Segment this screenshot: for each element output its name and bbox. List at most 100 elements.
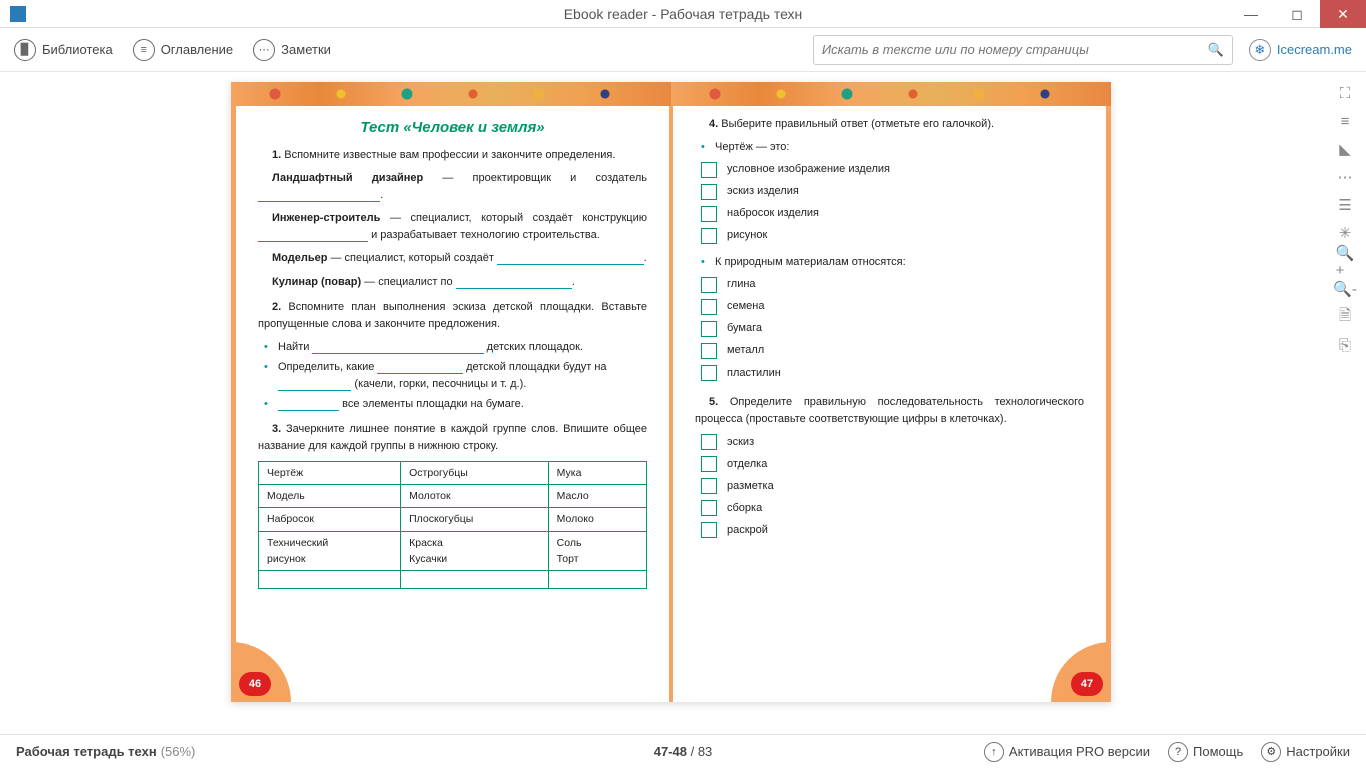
q4a-option-row: набросок изделия <box>695 205 1084 222</box>
list-icon[interactable]: ≡ <box>1336 112 1354 130</box>
columns-icon[interactable]: ☰ <box>1336 196 1354 214</box>
q5-option-checkbox[interactable] <box>701 456 717 472</box>
help-icon: ? <box>1168 742 1188 762</box>
q5-option-checkbox[interactable] <box>701 434 717 450</box>
q4a-option-checkbox[interactable] <box>701 228 717 244</box>
help-button[interactable]: ?Помощь <box>1168 742 1243 762</box>
q2: 2. Вспомните план выполнения эскиза детс… <box>258 299 647 333</box>
q1-def2: Инженер-строитель — специалист, который … <box>258 210 647 244</box>
q1-def3: Модельер — специалист, который создаёт . <box>258 250 647 267</box>
q4b-option-checkbox[interactable] <box>701 321 717 337</box>
search-input[interactable] <box>822 42 1200 57</box>
q1: 1. Вспомните известные вам профессии и з… <box>258 147 647 164</box>
window-title: Ebook reader - Рабочая тетрадь техн <box>564 6 803 22</box>
search-box[interactable]: 🔍 <box>813 35 1233 65</box>
library-button[interactable]: ▉ Библиотека <box>14 39 113 61</box>
page-left: Тест «Человек и земля» 1. Вспомните изве… <box>231 82 671 702</box>
q4a-head: Чертёж — это: <box>695 139 1084 156</box>
maximize-button[interactable]: ◻ <box>1274 0 1320 28</box>
pro-button[interactable]: ↑Активация PRO версии <box>984 742 1150 762</box>
q4b-option-label: семена <box>727 298 765 315</box>
page-decoration <box>671 82 1111 106</box>
app-icon <box>10 6 26 22</box>
q4a-option-label: условное изображение изделия <box>727 161 890 178</box>
q5-option-checkbox[interactable] <box>701 522 717 538</box>
window-controls: — ◻ ✕ <box>1228 0 1366 28</box>
q5-option-row: эскиз <box>695 434 1084 451</box>
q4a-option-label: набросок изделия <box>727 205 819 222</box>
notes-label: Заметки <box>281 42 331 57</box>
q4b-head: К природным материалам относятся: <box>695 254 1084 271</box>
q4a-option-label: рисунок <box>727 227 767 244</box>
save-icon[interactable]: ⎘ <box>1336 336 1354 354</box>
q4b-option-checkbox[interactable] <box>701 343 717 359</box>
statusbar: Рабочая тетрадь техн (56%) 47-48 / 83 ↑А… <box>0 734 1366 768</box>
q4a-option-row: рисунок <box>695 227 1084 244</box>
q4b-option-checkbox[interactable] <box>701 277 717 293</box>
q4a-option-checkbox[interactable] <box>701 162 717 178</box>
file-icon[interactable]: 🗎 <box>1336 308 1354 326</box>
q5-option-row: сборка <box>695 500 1084 517</box>
list-icon: ≡ <box>133 39 155 61</box>
q5-option-row: разметка <box>695 478 1084 495</box>
q4b-option-row: глина <box>695 276 1084 293</box>
test-title: Тест «Человек и земля» <box>258 116 647 139</box>
q5-option-label: раскрой <box>727 522 768 539</box>
sb-pages: 47-48 / 83 <box>654 744 713 759</box>
q5-option-checkbox[interactable] <box>701 500 717 516</box>
icecream-icon: ❄ <box>1249 39 1271 61</box>
q4b-option-label: металл <box>727 342 764 359</box>
right-toolbar: ⛶ ≡ ◣ ⋯ ☰ ✳ 🔍+ 🔍- 🗎 ⎘ <box>1332 84 1358 354</box>
icecream-link[interactable]: ❄ Icecream.me <box>1249 39 1352 61</box>
page-content: Тест «Человек и земля» 1. Вспомните изве… <box>231 106 671 702</box>
q4a-option-row: эскиз изделия <box>695 183 1084 200</box>
q4b-option-row: пластилин <box>695 365 1084 382</box>
q4a-option-checkbox[interactable] <box>701 184 717 200</box>
notes-button[interactable]: ⋯ Заметки <box>253 39 331 61</box>
q4b-option-label: бумага <box>727 320 762 337</box>
q4b-option-checkbox[interactable] <box>701 299 717 315</box>
book-icon: ▉ <box>14 39 36 61</box>
zoom-in-icon[interactable]: 🔍+ <box>1336 252 1354 270</box>
q5-option-row: раскрой <box>695 522 1084 539</box>
note-icon[interactable]: ⋯ <box>1336 168 1354 186</box>
q4b-option-row: металл <box>695 342 1084 359</box>
titlebar: Ebook reader - Рабочая тетрадь техн — ◻ … <box>0 0 1366 28</box>
q4a-option-checkbox[interactable] <box>701 206 717 222</box>
q4a-option-row: условное изображение изделия <box>695 161 1084 178</box>
bookmark-icon[interactable]: ◣ <box>1336 140 1354 158</box>
q5-option-label: разметка <box>727 478 774 495</box>
q4b-option-row: семена <box>695 298 1084 315</box>
page-right: 4. Выберите правильный ответ (отметьте е… <box>671 82 1111 702</box>
chat-icon: ⋯ <box>253 39 275 61</box>
toolbar: ▉ Библиотека ≡ Оглавление ⋯ Заметки 🔍 ❄ … <box>0 28 1366 72</box>
settings-button[interactable]: ⚙Настройки <box>1261 742 1350 762</box>
q4b-option-row: бумага <box>695 320 1084 337</box>
toc-button[interactable]: ≡ Оглавление <box>133 39 233 61</box>
page-number-left: 46 <box>239 672 271 696</box>
q1-def1: Ландшафтный дизайнер — проектировщик и с… <box>258 170 647 204</box>
q4b-option-label: глина <box>727 276 756 293</box>
q5-option-checkbox[interactable] <box>701 478 717 494</box>
q2-bullet1: Найти детских площадок. <box>258 339 647 356</box>
q4: 4. Выберите правильный ответ (отметьте е… <box>695 116 1084 133</box>
brightness-icon[interactable]: ✳ <box>1336 224 1354 242</box>
zoom-out-icon[interactable]: 🔍- <box>1336 280 1354 298</box>
q2-bullet2: Определить, какие детской площадки будут… <box>258 359 647 393</box>
book-spread: Тест «Человек и земля» 1. Вспомните изве… <box>231 82 1111 702</box>
q1-def4: Кулинар (повар) — специалист по . <box>258 274 647 291</box>
close-button[interactable]: ✕ <box>1320 0 1366 28</box>
reader-area[interactable]: Тест «Человек и земля» 1. Вспомните изве… <box>0 72 1366 734</box>
search-icon[interactable]: 🔍 <box>1208 42 1224 58</box>
q5-option-label: эскиз <box>727 434 754 451</box>
library-label: Библиотека <box>42 42 113 57</box>
minimize-button[interactable]: — <box>1228 0 1274 28</box>
fullscreen-icon[interactable]: ⛶ <box>1336 84 1354 102</box>
q4b-option-label: пластилин <box>727 365 781 382</box>
toc-label: Оглавление <box>161 42 233 57</box>
word-table: ЧертёжОстрогубцыМука МодельМолотокМасло … <box>258 461 647 589</box>
sb-progress: (56%) <box>161 744 196 759</box>
q4b-option-checkbox[interactable] <box>701 365 717 381</box>
page-content: 4. Выберите правильный ответ (отметьте е… <box>671 106 1111 702</box>
page-number-right: 47 <box>1071 672 1103 696</box>
